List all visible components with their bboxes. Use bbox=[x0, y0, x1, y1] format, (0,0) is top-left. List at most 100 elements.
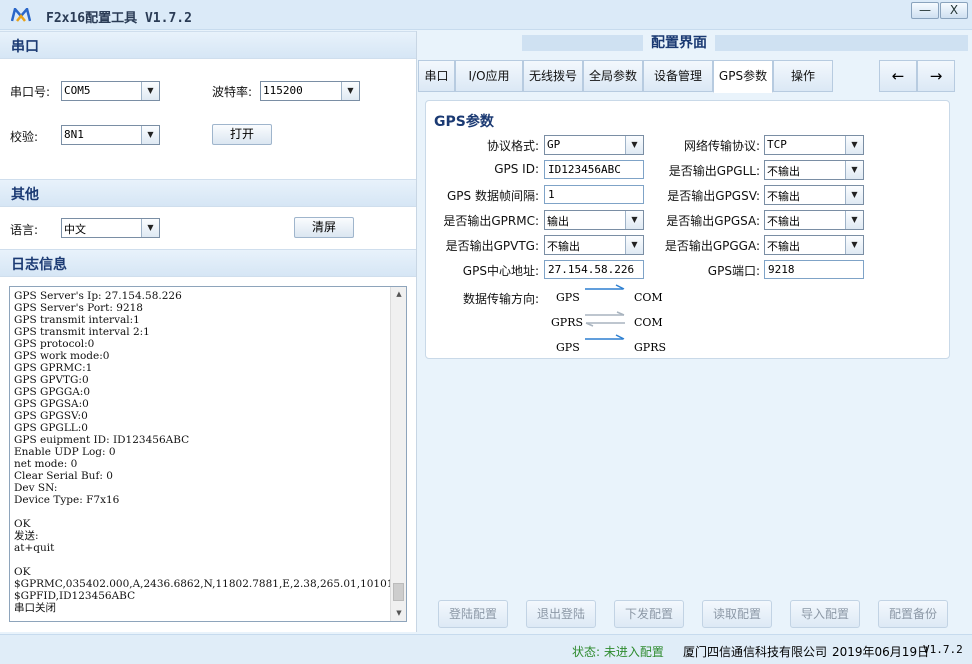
scroll-down-icon[interactable]: ▼ bbox=[393, 607, 405, 619]
read-config-button[interactable]: 读取配置 bbox=[702, 600, 772, 628]
arrow-right-icon bbox=[584, 283, 626, 298]
tab-global[interactable]: 全局参数 bbox=[583, 60, 643, 92]
window-title: F2x16配置工具 V1.7.2 bbox=[46, 11, 192, 26]
chevron-down-icon: ▼ bbox=[845, 186, 863, 204]
gps-id-value: ID123456ABC bbox=[548, 163, 621, 176]
gprmc-label: 是否输出GPRMC: bbox=[443, 214, 539, 228]
gps-port-input[interactable]: 9218 bbox=[764, 260, 864, 279]
status-date: 2019年06月19日 bbox=[832, 645, 930, 659]
center-address-input[interactable]: 27.154.58.226 bbox=[544, 260, 644, 279]
protocol-select[interactable]: GP ▼ bbox=[544, 135, 644, 155]
chevron-down-icon: ▼ bbox=[141, 219, 159, 237]
config-title-bar bbox=[522, 35, 968, 51]
log-text: GPS Server's Ip: 27.154.58.226 GPS Serve… bbox=[14, 290, 407, 614]
status-label: 状态: 未进入配置 bbox=[572, 645, 664, 659]
log-scrollbar[interactable]: ▲ ▼ bbox=[390, 287, 406, 621]
chevron-down-icon: ▼ bbox=[625, 211, 643, 229]
serial-section-title: 串口 bbox=[11, 39, 39, 55]
net-protocol-label: 网络传输协议: bbox=[683, 139, 760, 153]
title-bar: F2x16配置工具 V1.7.2 — X bbox=[0, 0, 972, 30]
direction-from-3: GPS bbox=[556, 341, 580, 354]
chevron-down-icon: ▼ bbox=[141, 126, 159, 144]
gpvtg-select[interactable]: 不输出 ▼ bbox=[544, 235, 644, 255]
lang-select[interactable]: 中文 ▼ bbox=[61, 218, 160, 238]
interval-input[interactable]: 1 bbox=[544, 185, 644, 204]
direction-from-2: GPRS bbox=[551, 316, 584, 329]
protocol-label: 协议格式: bbox=[486, 139, 539, 153]
log-textarea[interactable]: GPS Server's Ip: 27.154.58.226 GPS Serve… bbox=[9, 286, 407, 622]
close-button[interactable]: X bbox=[940, 2, 968, 19]
clear-screen-button[interactable]: 清屏 bbox=[294, 217, 354, 238]
check-label: 校验: bbox=[10, 130, 39, 144]
open-port-button[interactable]: 打开 bbox=[212, 124, 272, 145]
app-logo-icon bbox=[10, 6, 32, 22]
baud-value: 115200 bbox=[263, 84, 303, 97]
gpgsa-label: 是否输出GPGSA: bbox=[666, 214, 760, 228]
port-value: COM5 bbox=[64, 84, 91, 97]
minimize-button[interactable]: — bbox=[911, 2, 939, 19]
chevron-down-icon: ▼ bbox=[845, 136, 863, 154]
serial-section-header: 串口 bbox=[0, 31, 416, 59]
tab-wireless[interactable]: 无线拨号 bbox=[523, 60, 583, 92]
tab-serial[interactable]: 串口 bbox=[418, 60, 455, 92]
direction-label: 数据传输方向: bbox=[462, 292, 539, 306]
port-select[interactable]: COM5 ▼ bbox=[61, 81, 160, 101]
lang-value: 中文 bbox=[64, 223, 86, 236]
gprmc-value: 输出 bbox=[547, 215, 569, 228]
scrollbar-thumb[interactable] bbox=[393, 583, 404, 601]
company-name: 厦门四信通信科技有限公司 bbox=[683, 645, 828, 659]
gpgsv-value: 不输出 bbox=[767, 190, 800, 203]
gpgll-value: 不输出 bbox=[767, 165, 800, 178]
gps-port-value: 9218 bbox=[768, 263, 795, 276]
chevron-down-icon: ▼ bbox=[625, 136, 643, 154]
protocol-value: GP bbox=[547, 138, 561, 151]
port-label: 串口号: bbox=[10, 85, 51, 99]
gprmc-select[interactable]: 输出 ▼ bbox=[544, 210, 644, 230]
arrow-right-icon[interactable]: → bbox=[917, 60, 955, 92]
status-version: V1.7.2 bbox=[923, 643, 963, 656]
gpgsa-select[interactable]: 不输出 ▼ bbox=[764, 210, 864, 230]
gpvtg-label: 是否输出GPVTG: bbox=[445, 239, 539, 253]
chevron-down-icon: ▼ bbox=[141, 82, 159, 100]
gpgsv-select[interactable]: 不输出 ▼ bbox=[764, 185, 864, 205]
status-bar: 状态: 未进入配置 厦门四信通信科技有限公司 2019年06月19日 V1.7.… bbox=[0, 634, 972, 664]
direction-to-1: COM bbox=[634, 291, 663, 304]
chevron-down-icon: ▼ bbox=[845, 211, 863, 229]
check-select[interactable]: 8N1 ▼ bbox=[61, 125, 160, 145]
gpgll-select[interactable]: 不输出 ▼ bbox=[764, 160, 864, 180]
net-protocol-value: TCP bbox=[767, 138, 787, 151]
arrow-left-icon[interactable]: ← bbox=[879, 60, 917, 92]
chevron-down-icon: ▼ bbox=[625, 236, 643, 254]
logout-button[interactable]: 退出登陆 bbox=[526, 600, 596, 628]
lang-label: 语言: bbox=[10, 223, 39, 237]
interval-label: GPS 数据帧间隔: bbox=[446, 189, 539, 203]
tab-io[interactable]: I/O应用 bbox=[455, 60, 523, 92]
other-section-header: 其他 bbox=[0, 179, 416, 207]
gpvtg-value: 不输出 bbox=[547, 240, 580, 253]
import-config-button[interactable]: 导入配置 bbox=[790, 600, 860, 628]
chevron-down-icon: ▼ bbox=[845, 236, 863, 254]
gpgga-select[interactable]: 不输出 ▼ bbox=[764, 235, 864, 255]
gpgll-label: 是否输出GPGLL: bbox=[668, 164, 760, 178]
gpgsv-label: 是否输出GPGSV: bbox=[667, 189, 760, 203]
gpgsa-value: 不输出 bbox=[767, 215, 800, 228]
gps-id-input[interactable]: ID123456ABC bbox=[544, 160, 644, 179]
direction-from-1: GPS bbox=[556, 291, 580, 304]
net-protocol-select[interactable]: TCP ▼ bbox=[764, 135, 864, 155]
direction-to-2: COM bbox=[634, 316, 663, 329]
gps-header: GPS参数 bbox=[434, 114, 494, 130]
login-config-button[interactable]: 登陆配置 bbox=[438, 600, 508, 628]
tab-device[interactable]: 设备管理 bbox=[643, 60, 713, 92]
backup-config-button[interactable]: 配置备份 bbox=[878, 600, 948, 628]
tab-operation[interactable]: 操作 bbox=[773, 60, 833, 92]
baud-select[interactable]: 115200 ▼ bbox=[260, 81, 360, 101]
direction-to-3: GPRS bbox=[634, 341, 667, 354]
baud-label: 波特率: bbox=[212, 85, 253, 99]
bidirectional-arrow-icon bbox=[584, 311, 626, 330]
send-config-button[interactable]: 下发配置 bbox=[614, 600, 684, 628]
center-address-label: GPS中心地址: bbox=[462, 264, 539, 278]
chevron-down-icon: ▼ bbox=[341, 82, 359, 100]
tab-gps[interactable]: GPS参数 bbox=[713, 60, 773, 93]
scroll-up-icon[interactable]: ▲ bbox=[393, 288, 405, 300]
gps-id-label: GPS ID: bbox=[494, 162, 539, 176]
